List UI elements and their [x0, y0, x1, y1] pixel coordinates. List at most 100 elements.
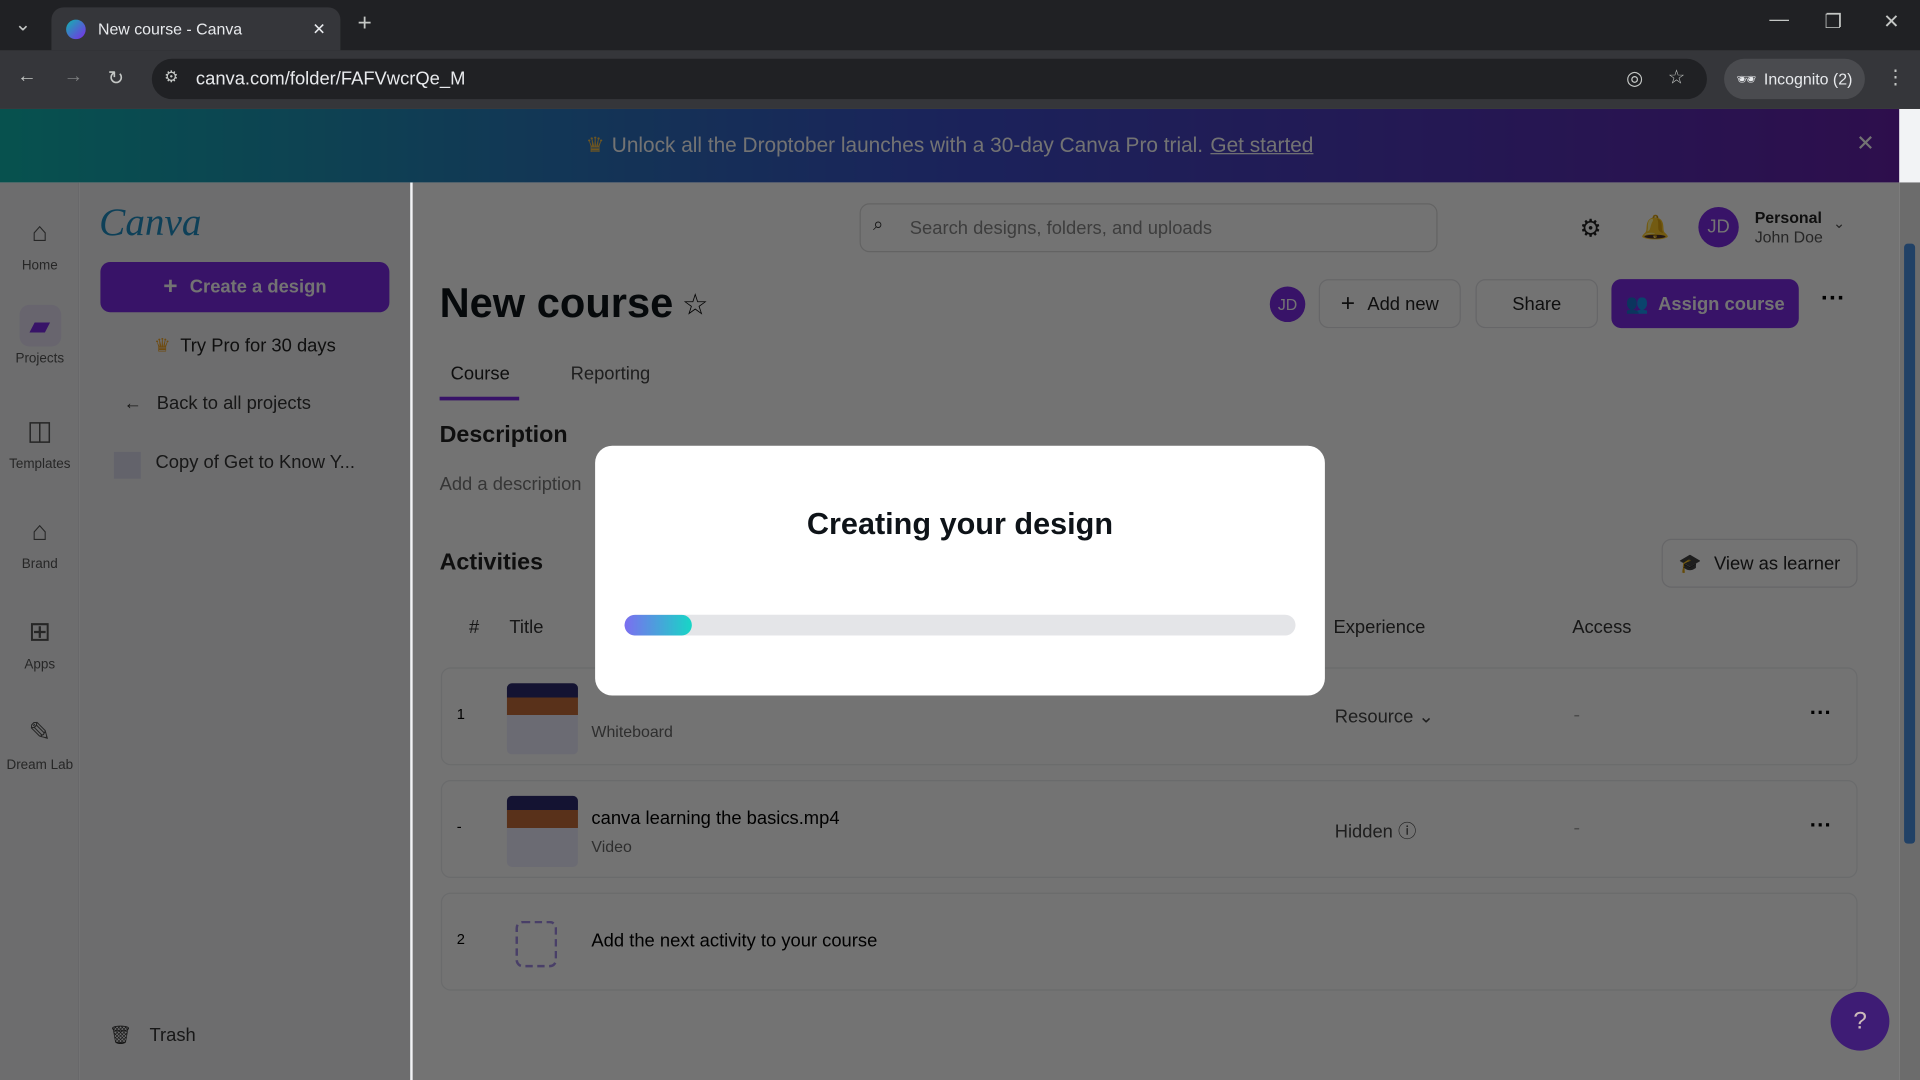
help-circle-icon[interactable]: ⓘ [1398, 822, 1416, 843]
try-pro-button[interactable]: ♛ Try Pro for 30 days [100, 322, 389, 369]
assign-label: Assign course [1658, 293, 1785, 315]
rail-label: Templates [9, 456, 71, 472]
more-options-icon[interactable]: ··· [1821, 285, 1845, 313]
account-type[interactable]: Personal [1755, 208, 1822, 226]
description-input[interactable]: Add a description [440, 474, 582, 495]
rail-label: Dream Lab [6, 757, 74, 773]
browser-menu-icon[interactable]: ⋮ [1886, 65, 1906, 89]
templates-icon: ◫ [27, 415, 53, 446]
plus-icon: + [163, 273, 178, 301]
rail-brand[interactable]: ⌂ Brand [0, 511, 80, 572]
experience-dropdown[interactable]: Resource ⌄ [1334, 705, 1434, 728]
row-type: Whiteboard [591, 722, 673, 741]
create-label: Create a design [189, 276, 327, 298]
banner-text: Unlock all the Droptober launches with a… [611, 133, 1204, 157]
star-icon[interactable]: ☆ [682, 288, 708, 324]
settings-icon[interactable]: ⚙ [1580, 213, 1602, 244]
close-banner-icon[interactable]: ✕ [1856, 131, 1874, 157]
crown-icon: ♛ [585, 133, 605, 157]
restore-icon[interactable]: ❐ [1824, 10, 1842, 34]
rail-apps[interactable]: ⊞ Apps [0, 611, 80, 672]
activities-heading: Activities [439, 549, 544, 576]
canva-logo: Canva [99, 199, 202, 244]
experience-status: Hidden ⓘ [1335, 818, 1417, 844]
chevron-down-icon: ⌄ [1418, 706, 1434, 728]
progress-bar [624, 614, 1296, 636]
description-heading: Description [439, 422, 568, 449]
back-icon[interactable]: ← [17, 66, 37, 88]
reload-icon[interactable]: ↻ [108, 66, 124, 90]
minimize-icon[interactable]: — [1769, 10, 1789, 32]
arrow-left-icon: ← [123, 393, 143, 414]
trash-link[interactable]: 🗑 Trash [109, 1024, 196, 1046]
video-thumbnail [506, 795, 578, 867]
search-icon: ⌕ [873, 214, 884, 236]
trash-label: Trash [149, 1024, 196, 1046]
rail-home[interactable]: ⌂ Home [0, 212, 80, 273]
help-button[interactable]: ? [1830, 991, 1890, 1051]
modal-title: Creating your design [806, 506, 1114, 542]
forward-icon[interactable]: → [64, 66, 84, 88]
chevron-down-icon[interactable]: ⌄ [1833, 214, 1845, 231]
create-design-button[interactable]: + Create a design [100, 262, 390, 313]
plus-icon: + [1340, 289, 1356, 317]
design-thumbnail [113, 451, 141, 479]
promo-banner: ♛ Unlock all the Droptober launches with… [0, 108, 1900, 183]
nav-rail: ⌂ Home ▰ Projects ◫ Templates ⌂ Brand ⊞ Apps … [0, 182, 80, 1080]
view-as-learner-button[interactable]: 🎓 View as learner [1661, 538, 1858, 588]
tab-title: New course - Canva [97, 19, 243, 38]
row-type: Video [591, 837, 632, 856]
incognito-label: Incognito (2) [1763, 69, 1853, 89]
add-activity-icon [515, 920, 558, 968]
try-pro-label: Try Pro for 30 days [180, 334, 336, 356]
brand-icon: ⌂ [31, 515, 48, 547]
graduation-cap-icon: 🎓 [1678, 553, 1702, 575]
add-activity-row[interactable]: 2 Add the next activity to your course [440, 892, 1858, 991]
address-bar[interactable]: ⚙ canva.com/folder/FAFVwcrQe_M ◎ ☆ [151, 58, 1707, 100]
bookmark-star-icon[interactable]: ☆ [1668, 65, 1686, 89]
site-info-icon[interactable]: ⚙ [164, 67, 178, 87]
add-new-button[interactable]: + Add new [1318, 279, 1461, 329]
new-tab-icon[interactable]: + [358, 10, 372, 38]
rail-label: Projects [15, 351, 65, 367]
tab-reporting[interactable]: Reporting [571, 364, 651, 385]
column-header-title: Title [509, 617, 544, 638]
back-label: Back to all projects [156, 393, 311, 414]
browser-tab[interactable]: New course - Canva ✕ [51, 7, 341, 51]
row-more-icon[interactable]: ··· [1810, 813, 1832, 839]
crown-icon: ♛ [153, 335, 171, 357]
user-name[interactable]: John Doe [1755, 228, 1823, 246]
scrollbar[interactable] [1899, 182, 1920, 1080]
assign-course-button[interactable]: 👥 Assign course [1611, 279, 1799, 329]
rail-dream-lab[interactable]: ✎ Dream Lab [0, 711, 80, 772]
row-more-icon[interactable]: ··· [1810, 700, 1832, 726]
experience-value: Resource [1334, 706, 1414, 728]
scrollbar-thumb[interactable] [1904, 243, 1916, 844]
bell-icon[interactable]: 🔔 [1641, 213, 1670, 242]
recent-design-item[interactable]: Copy of Get to Know Y... [113, 451, 355, 479]
close-tab-icon[interactable]: ✕ [312, 19, 325, 39]
rail-projects[interactable]: ▰ Projects [0, 304, 80, 367]
collaborator-avatar[interactable]: JD [1269, 286, 1306, 323]
add-new-label: Add new [1367, 293, 1439, 315]
access-value: - [1573, 705, 1580, 727]
active-tab-indicator [439, 396, 520, 401]
rail-label: Brand [21, 557, 58, 572]
column-header-number: # [468, 617, 480, 638]
close-window-icon[interactable]: ✕ [1883, 10, 1899, 34]
share-button[interactable]: Share [1475, 279, 1598, 329]
recent-label: Copy of Get to Know Y... [155, 451, 355, 473]
tab-search-icon[interactable]: ⌄ [15, 12, 31, 36]
search-input[interactable]: ⌕ Search designs, folders, and uploads [859, 203, 1438, 253]
user-avatar[interactable]: JD [1698, 206, 1739, 248]
rail-templates[interactable]: ◫ Templates [0, 410, 80, 471]
canva-favicon-icon [66, 18, 86, 39]
page-title: New course [439, 280, 674, 327]
get-started-link[interactable]: Get started [1210, 133, 1313, 157]
back-to-projects-link[interactable]: ← Back to all projects [124, 393, 311, 414]
experience-value: Hidden [1334, 821, 1393, 843]
tab-course[interactable]: Course [451, 364, 510, 385]
incognito-button[interactable]: 🕶 Incognito (2) [1724, 58, 1865, 100]
eye-off-icon[interactable]: ◎ [1626, 66, 1643, 90]
table-row[interactable]: - canva learning the basics.mp4 Video Hi… [440, 780, 1858, 878]
